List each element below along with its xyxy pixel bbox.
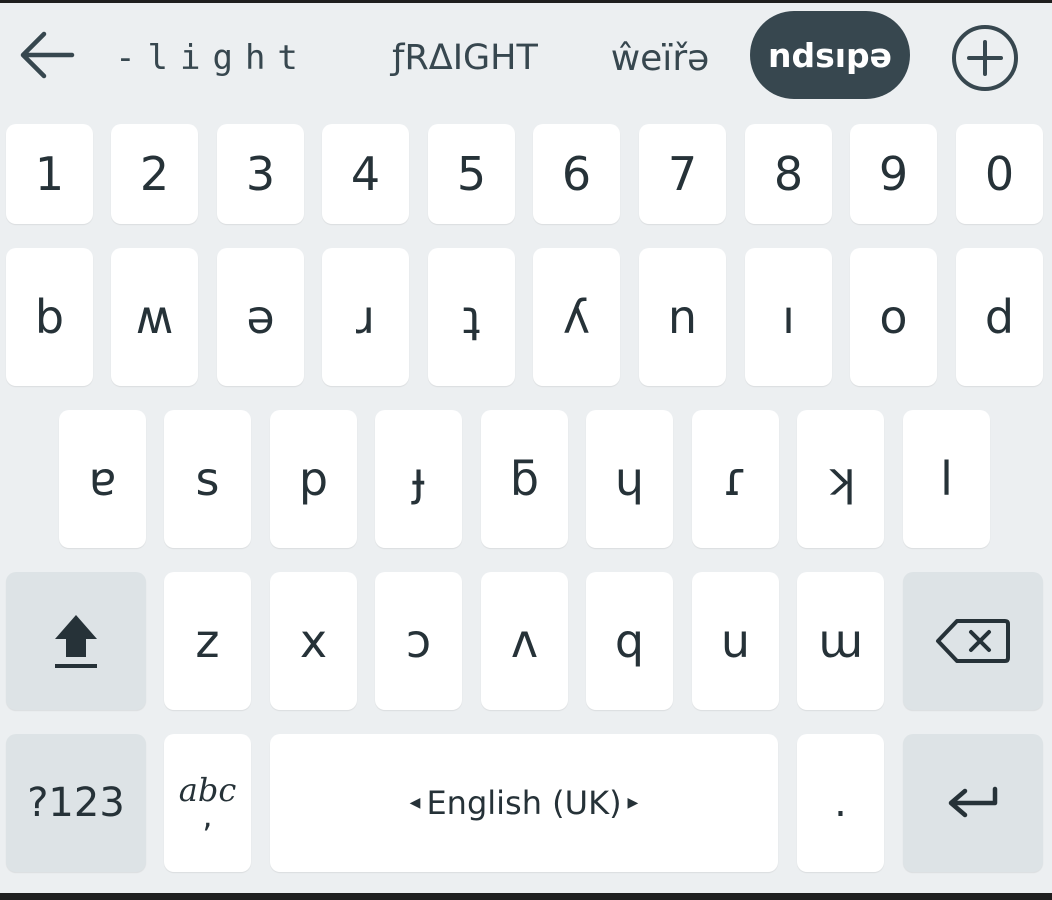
backspace-icon bbox=[936, 619, 1010, 663]
key-6[interactable]: 6 bbox=[533, 124, 620, 224]
chevron-left-icon: ◀ bbox=[409, 795, 421, 811]
shift-up-arrow-icon bbox=[55, 615, 97, 668]
chevron-right-icon: ▶ bbox=[627, 795, 639, 811]
key-letter[interactable]: b bbox=[6, 248, 93, 386]
key-letter[interactable]: u bbox=[692, 572, 779, 710]
emoji-abc-comma: , bbox=[202, 797, 213, 835]
key-letter[interactable]: p bbox=[270, 410, 357, 548]
bottom-border bbox=[0, 893, 1052, 900]
key-letter[interactable]: d bbox=[956, 248, 1043, 386]
key-letter[interactable]: ʌ bbox=[481, 572, 568, 710]
shift-key[interactable] bbox=[6, 572, 146, 710]
emoji-abc-key[interactable]: abc , bbox=[164, 734, 251, 872]
key-letter[interactable]: ɐ bbox=[59, 410, 146, 548]
key-2[interactable]: 2 bbox=[111, 124, 198, 224]
key-letter[interactable]: o bbox=[850, 248, 937, 386]
key-letter[interactable]: ǝ bbox=[217, 248, 304, 386]
key-letter[interactable]: ɯ bbox=[797, 572, 884, 710]
key-letter[interactable]: ƃ bbox=[481, 410, 568, 548]
enter-arrow-icon bbox=[948, 786, 998, 818]
keyboard: 1 2 3 4 5 6 7 8 9 0 b ʍ ǝ ɹ ʇ ʎ n ı o d … bbox=[0, 0, 1052, 900]
period-key[interactable]: . bbox=[797, 734, 884, 872]
key-letter[interactable]: ı bbox=[745, 248, 832, 386]
enter-key[interactable] bbox=[903, 734, 1043, 872]
key-letter[interactable]: ʇ bbox=[428, 248, 515, 386]
key-letter[interactable]: ɔ bbox=[375, 572, 462, 710]
key-8[interactable]: 8 bbox=[745, 124, 832, 224]
key-letter[interactable]: ɥ bbox=[586, 410, 673, 548]
symbols-key[interactable]: ?123 bbox=[6, 734, 146, 872]
key-1[interactable]: 1 bbox=[6, 124, 93, 224]
key-letter[interactable]: ʍ bbox=[111, 248, 198, 386]
key-letter[interactable]: ɹ bbox=[322, 248, 409, 386]
key-7[interactable]: 7 bbox=[639, 124, 726, 224]
key-0[interactable]: 0 bbox=[956, 124, 1043, 224]
key-letter[interactable]: ʞ bbox=[797, 410, 884, 548]
key-5[interactable]: 5 bbox=[428, 124, 515, 224]
key-3[interactable]: 3 bbox=[217, 124, 304, 224]
key-letter[interactable]: x bbox=[270, 572, 357, 710]
key-letter[interactable]: l bbox=[903, 410, 990, 548]
key-9[interactable]: 9 bbox=[850, 124, 937, 224]
key-letter[interactable]: z bbox=[164, 572, 251, 710]
backspace-key[interactable] bbox=[903, 572, 1043, 710]
key-letter[interactable]: ʎ bbox=[533, 248, 620, 386]
key-letter[interactable]: ɾ bbox=[692, 410, 779, 548]
key-letter[interactable]: q bbox=[586, 572, 673, 710]
space-key[interactable]: ◀ English (UK) ▶ bbox=[270, 734, 778, 872]
key-letter[interactable]: s bbox=[164, 410, 251, 548]
key-letter[interactable]: ɟ bbox=[375, 410, 462, 548]
key-4[interactable]: 4 bbox=[322, 124, 409, 224]
space-language-label: English (UK) bbox=[426, 784, 622, 822]
key-letter[interactable]: n bbox=[639, 248, 726, 386]
